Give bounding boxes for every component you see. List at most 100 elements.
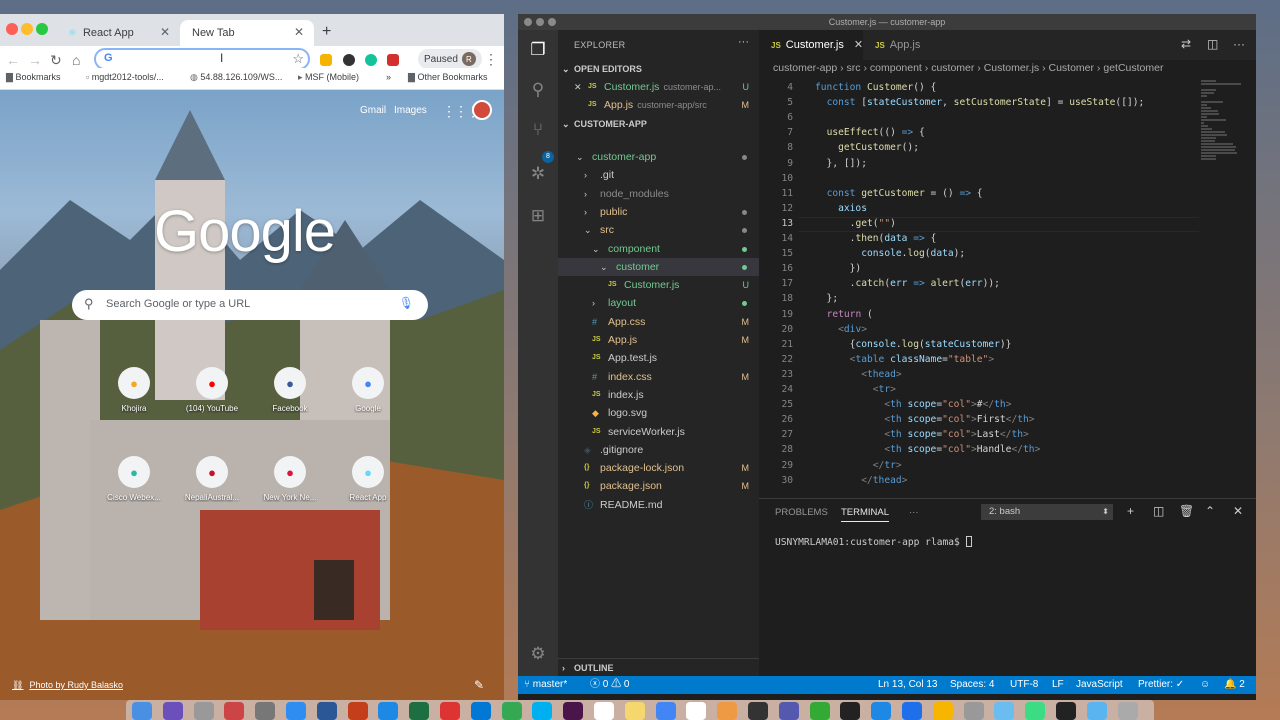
tree-file[interactable]: {} package-lock.json M: [558, 459, 759, 477]
launchpad-icon[interactable]: [193, 702, 214, 720]
minimize-window-icon[interactable]: [21, 23, 33, 35]
customize-pencil-icon[interactable]: ✎: [474, 678, 484, 692]
tree-folder[interactable]: › layout: [558, 294, 759, 312]
search-input[interactable]: ⚲ Search Google or type a URL 🎙: [72, 290, 428, 320]
screenshot-icon[interactable]: [440, 702, 460, 720]
close-tab-icon[interactable]: ✕: [294, 25, 304, 39]
shortcut-tile[interactable]: ● (104) YouTube: [172, 367, 252, 413]
tree-file[interactable]: JS Customer.js U: [558, 276, 759, 294]
finder-icon[interactable]: [132, 702, 152, 720]
split-terminal-icon[interactable]: ◫: [1153, 504, 1164, 518]
close-window-icon[interactable]: [524, 18, 532, 26]
tree-folder[interactable]: › public: [558, 203, 759, 221]
bookmark-54-88-126-109[interactable]: ◍ 54.88.126.109/WS...: [190, 72, 282, 83]
gmail-link[interactable]: Gmail: [360, 105, 386, 116]
appstore-icon[interactable]: [286, 702, 306, 720]
chrome-menu-icon[interactable]: ⋮: [484, 51, 498, 68]
breadcrumb-item[interactable]: src: [847, 62, 861, 74]
tree-folder[interactable]: ⌄ customer: [558, 257, 759, 277]
tree-file[interactable]: ⓘ README.md: [558, 496, 759, 514]
minimap[interactable]: [1199, 80, 1251, 170]
avatar[interactable]: [472, 100, 492, 120]
close-panel-icon[interactable]: ✕: [1233, 504, 1243, 518]
project-header[interactable]: ⌄ CUSTOMER-APP: [558, 115, 759, 133]
extension-icon[interactable]: [343, 54, 355, 66]
tree-file[interactable]: ◈ .gitignore: [558, 441, 759, 459]
tool-icon[interactable]: [224, 702, 245, 720]
bookmark-msf-mobile[interactable]: ▸ MSF (Mobile): [298, 72, 359, 83]
zoom-window-icon[interactable]: [548, 18, 556, 26]
more-icon[interactable]: ···: [1233, 37, 1245, 51]
folder-icon[interactable]: [1086, 702, 1107, 720]
open-editors-header[interactable]: ⌄ OPEN EDITORS: [558, 60, 759, 78]
tree-folder[interactable]: ⌄ component: [558, 240, 759, 258]
sketch-icon[interactable]: [932, 702, 953, 720]
breadcrumb-item[interactable]: customer-app: [773, 62, 837, 74]
source-control-icon[interactable]: ⑂: [526, 118, 550, 142]
shortcut-tile[interactable]: ● Google: [328, 367, 408, 413]
tree-folder[interactable]: ⌄ src: [558, 221, 759, 239]
slack-icon[interactable]: [563, 702, 584, 720]
shortcut-tile[interactable]: ● Khojira: [94, 367, 174, 413]
language-mode[interactable]: JavaScript: [1076, 676, 1123, 694]
microphone-icon[interactable]: 🎙: [399, 296, 414, 310]
facetime-icon[interactable]: [809, 702, 830, 720]
split-editor-icon[interactable]: ◫: [1207, 37, 1218, 51]
extensions-icon[interactable]: ⊞: [526, 204, 550, 228]
notifications[interactable]: 🔔 2: [1224, 676, 1245, 694]
end-of-line[interactable]: LF: [1052, 676, 1064, 694]
breadcrumb-item[interactable]: customer: [931, 62, 974, 74]
skype-icon[interactable]: [532, 702, 553, 720]
images-link[interactable]: Images: [394, 105, 427, 116]
cursor-position[interactable]: Ln 13, Col 13: [878, 676, 938, 694]
safari-icon[interactable]: [378, 702, 399, 720]
search-icon[interactable]: ⚲: [526, 78, 550, 102]
close-icon[interactable]: ✕: [574, 78, 582, 96]
close-window-icon[interactable]: [6, 23, 18, 35]
misc-icon[interactable]: [748, 702, 768, 720]
tab-terminal[interactable]: TERMINAL: [841, 507, 890, 522]
bookmark-mgdt2012-tools[interactable]: ▫ mgdt2012-tools/...: [86, 72, 164, 82]
trash-icon[interactable]: [1117, 702, 1138, 720]
photo-credit-link[interactable]: ⛓ Photo by Rudy Balasko: [12, 680, 123, 691]
open-editor-item[interactable]: ✕ JS Customer.js customer-ap... U: [558, 78, 759, 96]
explorer-icon[interactable]: ❐: [526, 38, 550, 62]
git-branch[interactable]: ⑂ master*: [524, 676, 567, 694]
extension-icon[interactable]: [320, 54, 332, 66]
close-tab-icon[interactable]: ✕: [854, 39, 863, 51]
terminal-icon[interactable]: [840, 702, 861, 720]
breadcrumb-item[interactable]: Customer.js: [984, 62, 1039, 74]
bookmark-bookmarks[interactable]: ▇ Bookmarks: [6, 72, 60, 83]
more-icon[interactable]: ···: [738, 36, 749, 48]
address-bar[interactable]: G I ☆: [94, 48, 310, 70]
terminal-output[interactable]: USNYMRLAMA01:customer-app rlama$: [775, 536, 972, 548]
tab-customer-js[interactable]: JS Customer.js ✕: [759, 30, 863, 60]
calendar-icon[interactable]: [594, 702, 614, 720]
shortcut-tile[interactable]: ● Facebook: [250, 367, 330, 413]
code-editor[interactable]: 4 function Customer() {5 const [stateCust…: [759, 80, 1256, 498]
tab-react-app[interactable]: ⚛ React App ✕: [56, 20, 180, 46]
calendar-icon[interactable]: [686, 702, 707, 720]
breadcrumb-item[interactable]: component: [870, 62, 922, 74]
tree-folder[interactable]: › node_modules: [558, 185, 759, 203]
siri-icon[interactable]: [162, 702, 183, 720]
tab-app-js[interactable]: JS App.js: [863, 30, 953, 60]
word-icon[interactable]: [316, 702, 337, 720]
grammarly-icon[interactable]: [365, 54, 377, 66]
tree-file[interactable]: JS App.js M: [558, 331, 759, 349]
problems-status[interactable]: ⓧ 0 ⚠ 0: [590, 676, 629, 694]
compare-icon[interactable]: ⇄: [1181, 37, 1191, 51]
tab-new-tab[interactable]: New Tab ✕: [180, 20, 314, 46]
maximize-panel-icon[interactable]: ⌃: [1205, 504, 1215, 518]
shortcut-tile[interactable]: ● Cisco Webex...: [94, 456, 174, 502]
chrome-icon[interactable]: [501, 702, 522, 720]
terminal-shell-select[interactable]: 2: bash ⬍: [981, 504, 1113, 520]
outline-header[interactable]: › OUTLINE: [558, 658, 759, 676]
tree-file[interactable]: JS index.js: [558, 386, 759, 404]
safari-icon[interactable]: [871, 702, 892, 720]
pdf-extension-icon[interactable]: [387, 54, 399, 66]
excel-icon[interactable]: [409, 702, 430, 720]
tree-folder[interactable]: › .git: [558, 166, 759, 184]
breadcrumb-item[interactable]: getCustomer: [1103, 62, 1163, 74]
breadcrumb-item[interactable]: Customer: [1049, 62, 1095, 74]
